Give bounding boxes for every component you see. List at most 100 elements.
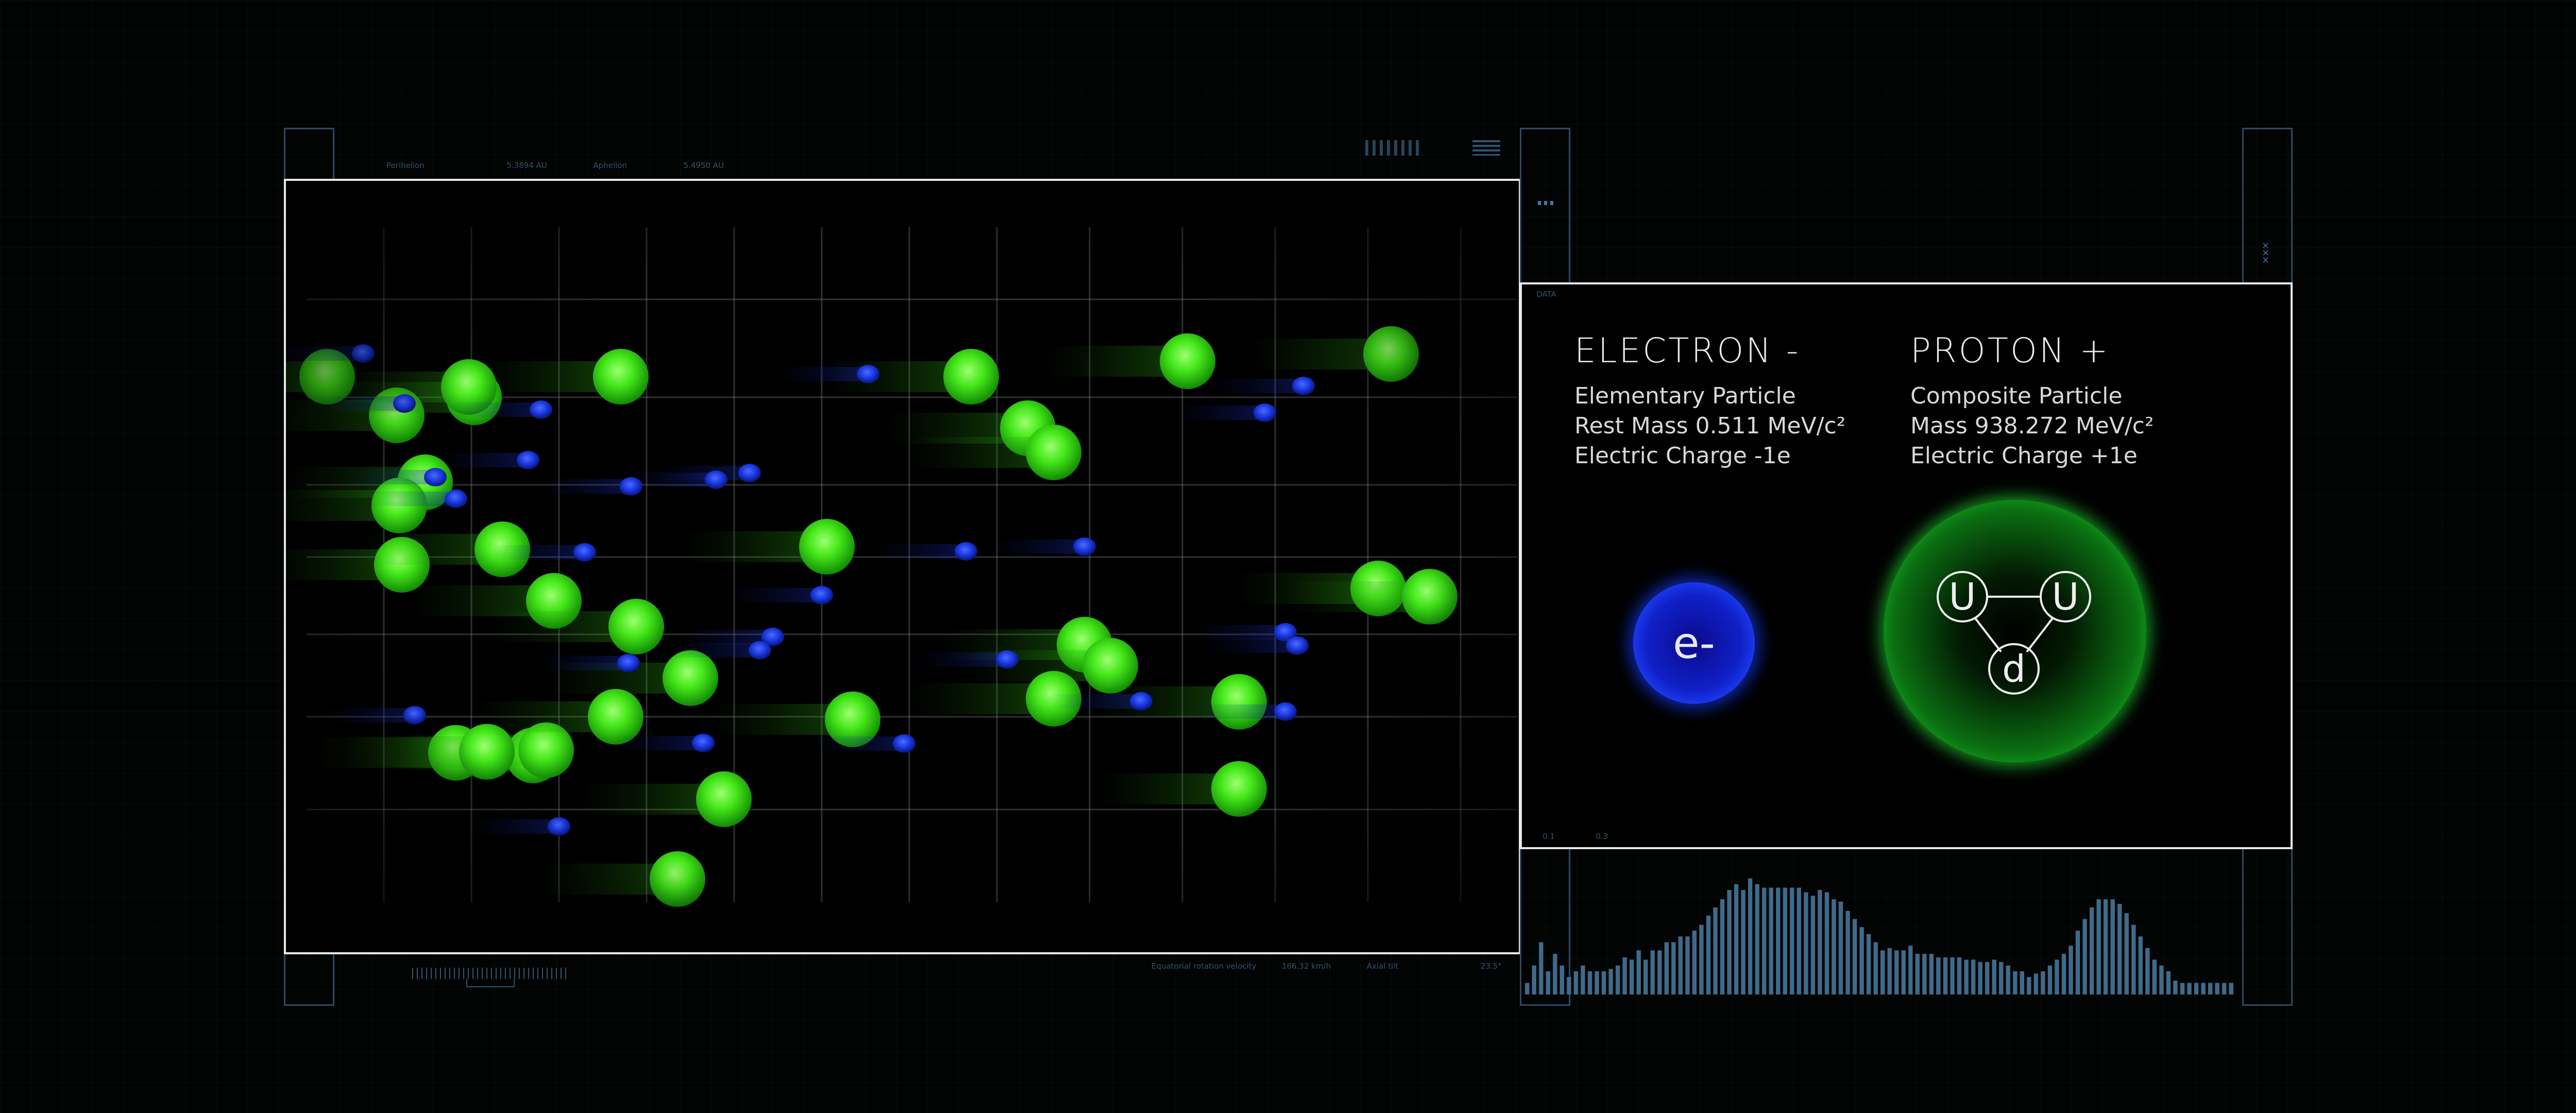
histogram-bar — [1957, 957, 1962, 994]
histogram-bar — [1832, 899, 1836, 994]
histogram-bar — [1608, 969, 1613, 994]
histogram-bar — [2096, 899, 2101, 994]
rotation-label: Equatorial rotation velocity — [1151, 962, 1257, 971]
histogram-bar — [1797, 887, 1801, 994]
histogram-bar — [2020, 971, 2024, 994]
histogram-bar — [1657, 950, 1662, 994]
histogram-bar — [1587, 971, 1592, 994]
histogram-bar — [1595, 971, 1599, 994]
histogram-bar — [2041, 971, 2045, 994]
histogram-bar — [1525, 983, 1530, 994]
histogram-bar — [2229, 983, 2233, 994]
histogram-bar — [2027, 977, 2031, 994]
histogram-bar — [2069, 946, 2073, 994]
histogram-bar — [1615, 965, 1620, 995]
more-dots-icon[interactable] — [1538, 201, 1554, 205]
electron-icon: e- — [1633, 582, 1755, 704]
tilt-label: Axial tilt — [1366, 962, 1399, 971]
proton-type: Composite Particle — [1910, 383, 2123, 409]
proton-charge: Electric Charge +1e — [1910, 443, 2138, 469]
histogram-bar — [1783, 887, 1787, 994]
histogram-bar — [1734, 884, 1739, 994]
histogram-bar — [1804, 892, 1808, 994]
histogram-bar — [1769, 887, 1773, 994]
electron-properties: Elementary Particle Rest Mass 0.511 MeV/… — [1574, 381, 1845, 471]
proton-mass: Mass 938.272 MeV/c² — [1910, 413, 2154, 439]
histogram-bar — [1810, 896, 1816, 994]
histogram-bar — [1964, 959, 1969, 994]
histogram-bar — [1999, 962, 2004, 994]
histogram-bar — [1601, 971, 1606, 994]
histogram-bar — [2033, 973, 2038, 994]
histogram-bar — [2145, 948, 2150, 994]
histogram-bar — [1650, 950, 1655, 994]
histogram-bar — [1852, 919, 1857, 994]
histogram-bar — [2013, 971, 2018, 994]
histogram-bar — [1567, 977, 1571, 994]
histogram-bar — [1553, 954, 1557, 994]
histogram-bar — [1741, 890, 1745, 994]
histogram-bar — [1532, 965, 1536, 995]
histogram-bar — [1678, 936, 1683, 994]
histogram-bar — [1880, 950, 1885, 994]
rotation-value: 166.32 km/h — [1282, 962, 1331, 971]
close-icon[interactable]: × × × — [2262, 241, 2269, 265]
histogram-bar — [2061, 954, 2066, 994]
histogram-bar — [1873, 942, 1878, 994]
histogram-bar — [1908, 946, 1913, 994]
footer-readouts: Equatorial rotation velocity 166.32 km/h… — [1151, 962, 1502, 971]
histogram-bar — [1929, 954, 1934, 994]
histogram-bar — [1762, 887, 1767, 994]
header-readouts: Perihelion 5.3894 AU Aphelion 5.4950 AU — [386, 161, 724, 170]
histogram-bar — [2055, 959, 2059, 994]
histogram-bar — [1894, 950, 1899, 994]
histogram-bar — [2201, 983, 2206, 994]
histogram-bar — [2117, 904, 2122, 994]
up-quark-right: U — [2040, 571, 2091, 622]
tick-2: 0.3 — [1596, 832, 1608, 841]
particle-simulation-panel[interactable] — [284, 179, 1521, 954]
histogram-bar — [2208, 983, 2213, 994]
histogram-bar — [2082, 919, 2087, 994]
histogram-bar — [2138, 936, 2143, 994]
panel-bottom-ticks: 0.1 0.3 — [1543, 832, 1608, 841]
particle-field — [286, 181, 1519, 952]
histogram-bar — [1546, 971, 1550, 994]
header-menu-icon[interactable] — [1472, 140, 1500, 156]
histogram-bar — [1560, 965, 1564, 995]
footer-scale-bracket — [466, 979, 515, 987]
histogram-bar — [2089, 907, 2094, 994]
histogram-bar — [2180, 983, 2185, 994]
frequency-histogram — [1525, 876, 2236, 995]
histogram-bar — [1992, 959, 1996, 994]
histogram-bar — [1866, 934, 1871, 994]
proton-properties: Composite Particle Mass 938.272 MeV/c² E… — [1910, 381, 2154, 471]
histogram-bar — [1629, 959, 1634, 994]
histogram-bar — [1922, 954, 1927, 994]
down-quark: d — [1988, 643, 2040, 695]
perihelion-value: 5.3894 AU — [506, 161, 547, 170]
histogram-bar — [2152, 959, 2157, 994]
histogram-bar — [1664, 942, 1669, 994]
header-glyphs-icon — [1365, 140, 1422, 156]
histogram-bar — [1845, 910, 1850, 994]
histogram-bar — [1790, 887, 1794, 994]
aphelion-label: Aphelion — [593, 161, 627, 170]
histogram-bar — [1971, 959, 1976, 994]
histogram-bar — [1636, 950, 1641, 994]
histogram-bar — [2110, 899, 2115, 994]
proton-title: PROTON + — [1910, 331, 2110, 370]
histogram-bar — [2194, 983, 2199, 994]
up-quark-left: U — [1937, 571, 1988, 622]
histogram-bar — [1727, 890, 1732, 994]
histogram-bar — [1943, 957, 1948, 994]
histogram-bar — [2166, 971, 2171, 994]
electron-title: ELECTRON - — [1574, 331, 1801, 370]
histogram-bar — [2222, 983, 2227, 994]
perihelion-label: Perihelion — [386, 161, 425, 170]
histogram-bar — [1824, 892, 1829, 994]
histogram-bar — [1887, 948, 1892, 994]
histogram-bar — [1685, 936, 1690, 994]
footer-scale — [412, 968, 567, 979]
histogram-bar — [2187, 983, 2192, 994]
